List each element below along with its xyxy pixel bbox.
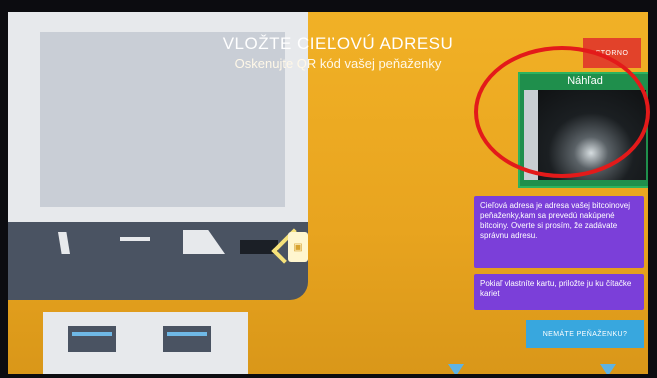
kiosk-slot: [58, 232, 70, 254]
red-circle-annotation: [474, 46, 650, 178]
page-subtitle: Oskenujte QR kód vašej peňaženky: [234, 56, 442, 71]
no-wallet-button[interactable]: NEMÁTE PEŇAŽENKU?: [526, 320, 644, 348]
card-reader-graphic: [163, 326, 211, 352]
card-reader-graphic: [68, 326, 116, 352]
arrow-down-icon: [600, 364, 616, 374]
qr-code-icon: ▣: [288, 232, 308, 262]
arrow-down-icon: [448, 364, 464, 374]
kiosk-slot: [183, 230, 225, 254]
page-title: VLOŽTE CIEĽOVÚ ADRESU: [222, 34, 454, 53]
kiosk-base: [43, 312, 248, 374]
card-info-box: Pokiaľ vlastníte kartu, priložte ju ku č…: [474, 274, 644, 310]
address-info-box: Cieľová adresa je adresa vašej bitcoinov…: [474, 196, 644, 268]
kiosk-slot: [120, 237, 150, 241]
